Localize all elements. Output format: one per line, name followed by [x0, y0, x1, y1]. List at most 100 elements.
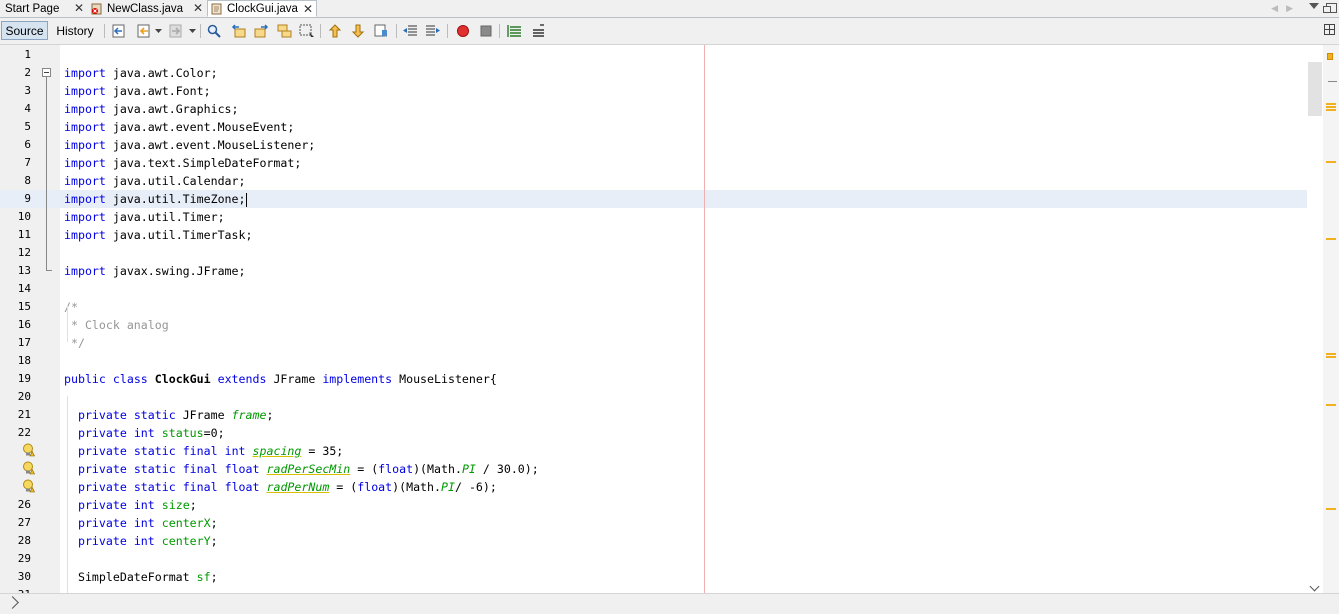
tab-clockgui-java[interactable]: ClockGui.java ✕ [207, 0, 317, 17]
line-number: 8 [24, 174, 31, 187]
code-line[interactable]: 20 [0, 388, 1307, 406]
back-icon[interactable] [136, 23, 152, 39]
code-text: private int centerX; [77, 516, 218, 530]
warning-summary-icon[interactable] [1327, 53, 1333, 60]
code-line[interactable]: 1 [0, 46, 1307, 64]
last-edit-icon[interactable] [111, 23, 127, 39]
line-number: 13 [17, 264, 31, 277]
toggle-rect-select-icon[interactable] [299, 23, 315, 39]
forward-dropdown-icon[interactable] [189, 29, 196, 34]
code-line[interactable]: 15/* [0, 298, 1307, 316]
code-line[interactable]: 13 import javax.swing.JFrame; [0, 262, 1307, 280]
shift-right-icon[interactable] [425, 23, 441, 39]
code-line[interactable]: private static final float radPerSecMin … [0, 460, 1307, 478]
source-button[interactable]: Source [1, 21, 48, 40]
warning-mark[interactable] [1326, 103, 1336, 105]
code-line[interactable]: 10 import java.util.Timer; [0, 208, 1307, 226]
code-line[interactable]: 12 [0, 244, 1307, 262]
shift-left-icon[interactable] [402, 23, 418, 39]
warning-mark[interactable] [1326, 508, 1336, 510]
line-number: 10 [17, 210, 31, 223]
code-line[interactable]: 11 import java.util.TimerTask; [0, 226, 1307, 244]
forward-icon[interactable] [168, 23, 184, 39]
tab-start-page[interactable]: Start Page ✕ [0, 0, 87, 17]
line-number: 21 [17, 408, 31, 421]
stop-macro-icon[interactable] [478, 23, 494, 39]
next-bookmark-icon[interactable] [350, 23, 366, 39]
code-line[interactable]: 31 [0, 586, 1307, 593]
warning-mark[interactable] [1326, 109, 1336, 111]
warning-hint-icon[interactable] [22, 461, 35, 475]
code-line[interactable]: 9 import java.util.TimeZone; [0, 190, 1307, 208]
code-line[interactable]: 26 private int size; [0, 496, 1307, 514]
find-next-icon[interactable] [254, 23, 270, 39]
warning-mark[interactable] [1326, 356, 1336, 358]
comment-icon[interactable] [507, 23, 523, 39]
find-icon[interactable] [206, 23, 222, 39]
code-line[interactable]: private static final int spacing = 35; [0, 442, 1307, 460]
line-number: 30 [17, 570, 31, 583]
split-editor-icon[interactable] [1324, 24, 1335, 35]
warning-hint-icon[interactable] [22, 443, 35, 457]
code-line[interactable]: 5 import java.awt.event.MouseEvent; [0, 118, 1307, 136]
fold-toggle-icon[interactable] [42, 68, 51, 77]
previous-bookmark-icon[interactable] [327, 23, 343, 39]
find-previous-icon[interactable] [230, 23, 246, 39]
close-icon[interactable]: ✕ [193, 1, 203, 15]
vertical-scrollbar[interactable] [1307, 45, 1323, 593]
editor-tab-bar: Start Page ✕ NewClass.java ✕ ClockGui.ja… [0, 0, 1339, 18]
code-text: import java.awt.event.MouseListener; [64, 138, 316, 152]
code-line[interactable]: 29 [0, 550, 1307, 568]
code-line[interactable]: 21 private static JFrame frame; [0, 406, 1307, 424]
code-line[interactable]: 16 * Clock analog [0, 316, 1307, 334]
warning-mark[interactable] [1326, 106, 1336, 108]
start-macro-icon[interactable] [455, 23, 471, 39]
expand-icon[interactable] [6, 596, 19, 609]
code-line[interactable]: 2 import java.awt.Color; [0, 64, 1307, 82]
code-line[interactable]: 7 import java.text.SimpleDateFormat; [0, 154, 1307, 172]
indent-guide [67, 306, 68, 342]
code-line[interactable]: private static final float radPerNum = (… [0, 478, 1307, 496]
scrollbar-thumb[interactable] [1308, 62, 1322, 116]
code-line[interactable]: 3 import java.awt.Font; [0, 82, 1307, 100]
code-text: private static final int spacing = 35; [77, 444, 344, 458]
code-text: import java.awt.Font; [64, 84, 211, 98]
warning-mark[interactable] [1326, 404, 1336, 406]
code-line[interactable]: 18 [0, 352, 1307, 370]
scroll-down-icon[interactable] [1309, 581, 1320, 592]
code-line[interactable]: 14 [0, 280, 1307, 298]
code-line[interactable]: 19 public class ClockGui extends JFrame i… [0, 370, 1307, 388]
history-button[interactable]: History [52, 21, 98, 40]
scroll-tabs-left-icon[interactable]: ◀ [1271, 3, 1278, 14]
scroll-tabs-right-icon[interactable]: ▶ [1286, 3, 1293, 14]
code-line[interactable]: 28 private int centerY; [0, 532, 1307, 550]
code-editor[interactable]: 1 2 import java.awt.Color; 3 import java.awt… [0, 45, 1307, 593]
line-number: 12 [17, 246, 31, 259]
toggle-bookmark-icon[interactable] [373, 23, 389, 39]
code-line[interactable]: 6 import java.awt.event.MouseListener; [0, 136, 1307, 154]
warning-mark[interactable] [1326, 238, 1336, 240]
error-stripe[interactable] [1323, 45, 1339, 593]
code-line[interactable]: 22 private int status=0; [0, 424, 1307, 442]
warning-mark[interactable] [1326, 161, 1336, 163]
toggle-highlight-icon[interactable] [277, 23, 293, 39]
show-opened-documents-icon[interactable] [1309, 3, 1319, 9]
tab-newclass-java[interactable]: NewClass.java ✕ [88, 0, 206, 17]
code-line[interactable]: 27 private int centerX; [0, 514, 1307, 532]
line-number: 29 [17, 552, 31, 565]
close-icon[interactable]: ✕ [303, 2, 313, 16]
toolbar-separator [320, 24, 321, 38]
warning-hint-icon[interactable] [22, 479, 35, 493]
uncomment-icon[interactable] [530, 23, 546, 39]
back-dropdown-icon[interactable] [155, 29, 162, 34]
close-icon[interactable]: ✕ [74, 1, 84, 15]
code-line[interactable]: 17 */ [0, 334, 1307, 352]
code-line[interactable]: 30 SimpleDateFormat sf; [0, 568, 1307, 586]
code-line[interactable]: 8 import java.util.Calendar; [0, 172, 1307, 190]
restore-window-icon[interactable] [1323, 3, 1337, 13]
line-number: 2 [24, 66, 31, 79]
code-text: * Clock analog [64, 318, 169, 332]
line-number: 6 [24, 138, 31, 151]
code-line[interactable]: 4 import java.awt.Graphics; [0, 100, 1307, 118]
warning-mark[interactable] [1326, 353, 1336, 355]
